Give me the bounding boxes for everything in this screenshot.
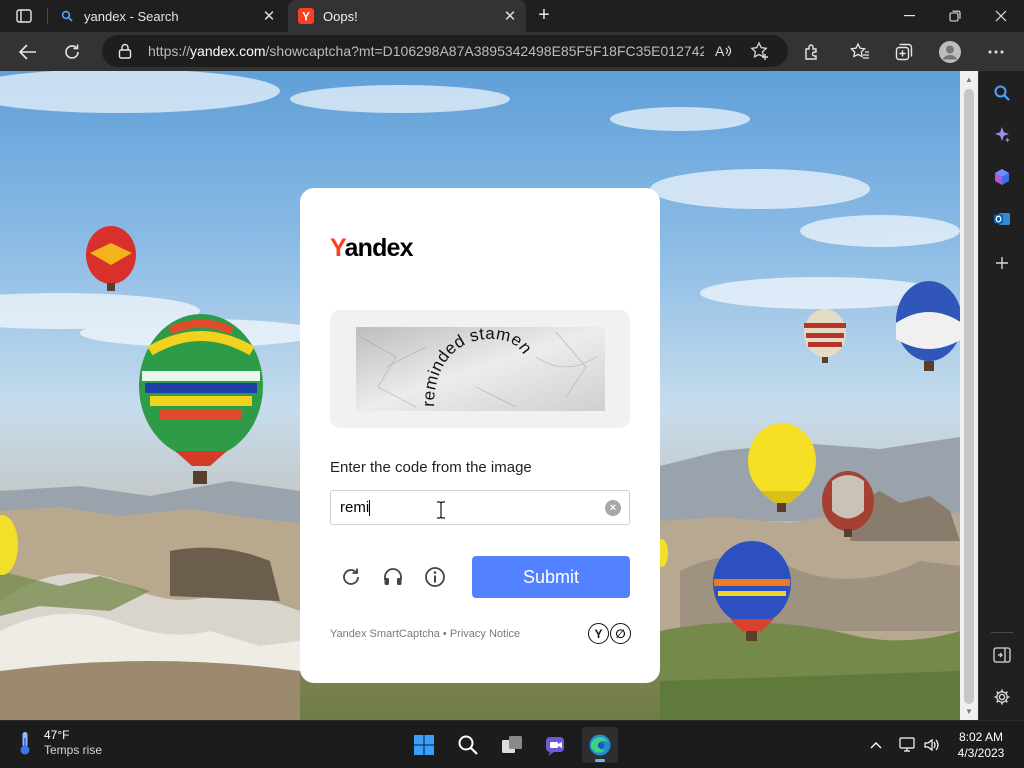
add-favorite-icon[interactable] <box>750 41 770 61</box>
balloon-blue-white <box>896 281 960 371</box>
favorites-icon[interactable] <box>844 36 876 68</box>
yandex-favicon: Y <box>298 8 314 24</box>
url-protocol: https:// <box>148 43 191 59</box>
url-host: yandex.com <box>190 43 266 59</box>
footer-brand-link[interactable]: Yandex SmartCaptcha <box>330 628 440 640</box>
read-aloud-icon[interactable]: A <box>714 41 734 61</box>
captcha-image-container: reminded stamen <box>330 310 630 428</box>
network-icon[interactable] <box>898 735 918 755</box>
captcha-footer: Yandex SmartCaptcha • Privacy Notice <box>330 628 520 640</box>
captcha-code-field[interactable]: × <box>330 490 630 525</box>
settings-gear-icon[interactable] <box>988 683 1016 711</box>
back-arrow-icon[interactable] <box>12 36 44 68</box>
tab-close-icon[interactable]: ✕ <box>498 7 522 25</box>
tab-yandex-search[interactable]: yandex - Search ✕ <box>49 0 285 32</box>
windows-taskbar: 47°F Temps rise 8:02 AM 4/3/2023 <box>0 720 1024 768</box>
info-icon[interactable] <box>422 564 448 590</box>
tab-close-icon[interactable]: ✕ <box>257 7 281 25</box>
taskbar-search-icon[interactable] <box>450 727 486 763</box>
tab-title: yandex - Search <box>84 8 179 24</box>
tab-oops[interactable]: Y Oops! ✕ <box>288 0 526 32</box>
weather-widget[interactable]: 47°F Temps rise <box>16 728 102 758</box>
more-menu-icon[interactable] <box>980 36 1012 68</box>
volume-icon[interactable] <box>922 735 942 755</box>
shopping-icon[interactable] <box>988 163 1016 191</box>
thermometer-icon <box>20 732 30 755</box>
new-tab-button[interactable]: + <box>532 4 556 28</box>
clock-time: 8:02 AM <box>958 730 1004 744</box>
privacy-notice-link[interactable]: Privacy Notice <box>450 628 520 640</box>
weather-temperature: 47°F <box>44 728 70 742</box>
refresh-icon[interactable] <box>56 36 88 68</box>
sidebar-divider <box>991 632 1013 633</box>
extensions-icon[interactable] <box>796 36 828 68</box>
page-scrollbar[interactable]: ▲ ▼ <box>960 71 978 720</box>
search-icon <box>59 8 75 24</box>
sidebar-toggle-icon[interactable] <box>988 641 1016 669</box>
captcha-code-input[interactable] <box>332 492 598 523</box>
text-caret <box>369 500 370 516</box>
svg-text:A: A <box>715 43 725 59</box>
collections-icon[interactable] <box>888 36 920 68</box>
clear-input-icon[interactable]: × <box>605 500 621 516</box>
clock-date: 4/3/2023 <box>957 746 1005 760</box>
badge-y: Y <box>588 623 609 644</box>
text-cursor-icon <box>437 501 445 519</box>
page-viewport: Yandex reminded stamen Enter the code fr… <box>0 71 960 720</box>
tab-separator <box>47 8 48 24</box>
profile-avatar[interactable] <box>934 36 966 68</box>
show-hidden-icons-icon[interactable] <box>866 735 886 755</box>
url-text[interactable]: https://yandex.com/showcaptcha?mt=D10629… <box>148 43 704 59</box>
outlook-icon[interactable] <box>988 205 1016 233</box>
close-window-icon[interactable] <box>978 0 1024 32</box>
captcha-prompt: Enter the code from the image <box>330 459 532 476</box>
tab-title: Oops! <box>323 8 358 24</box>
address-bar[interactable]: https://yandex.com/showcaptcha?mt=D10629… <box>102 35 788 67</box>
add-icon[interactable] <box>988 249 1016 277</box>
browser-tab-strip: yandex - Search ✕ Y Oops! ✕ + <box>0 0 1024 32</box>
balloon-red <box>86 226 136 291</box>
lock-icon[interactable] <box>118 43 134 59</box>
captcha-image: reminded stamen <box>356 327 605 411</box>
restore-icon[interactable] <box>932 0 978 32</box>
search-icon[interactable] <box>988 79 1016 107</box>
windows-start-icon[interactable] <box>406 727 442 763</box>
refresh-captcha-icon[interactable] <box>338 564 364 590</box>
browser-toolbar: https://yandex.com/showcaptcha?mt=D10629… <box>0 32 1024 71</box>
system-clock[interactable]: 8:02 AM 4/3/2023 <box>944 729 1018 761</box>
scroll-down-icon[interactable]: ▼ <box>960 705 978 719</box>
footer-separator: • <box>439 628 450 640</box>
captcha-card: Yandex reminded stamen Enter the code fr… <box>300 188 660 683</box>
balloon-striped <box>804 309 846 363</box>
active-app-indicator <box>595 759 605 762</box>
url-path: /showcaptcha?mt=D106298A87A3895342498E85… <box>265 43 704 59</box>
scrollbar-thumb[interactable] <box>964 89 974 704</box>
submit-button[interactable]: Submit <box>472 556 630 598</box>
scroll-up-icon[interactable]: ▲ <box>960 73 978 87</box>
task-view-icon[interactable] <box>494 727 530 763</box>
badge-slash: ∅ <box>610 623 631 644</box>
yandex-logo[interactable]: Yandex <box>330 234 414 263</box>
edge-sidebar <box>978 71 1024 720</box>
audio-captcha-icon[interactable] <box>380 564 406 590</box>
copilot-icon[interactable] <box>988 121 1016 149</box>
logo-letter-y: Y <box>330 234 345 262</box>
smartcaptcha-badge: Y ∅ <box>588 623 632 645</box>
tab-actions-icon[interactable] <box>10 6 38 26</box>
balloon-multicolor <box>139 314 263 484</box>
svg-text:Y: Y <box>302 10 310 24</box>
logo-text: andex <box>344 234 414 262</box>
weather-description: Temps rise <box>44 743 103 757</box>
minimize-icon[interactable] <box>886 0 932 32</box>
teams-chat-icon[interactable] <box>538 727 574 763</box>
edge-browser-icon[interactable] <box>582 727 618 763</box>
